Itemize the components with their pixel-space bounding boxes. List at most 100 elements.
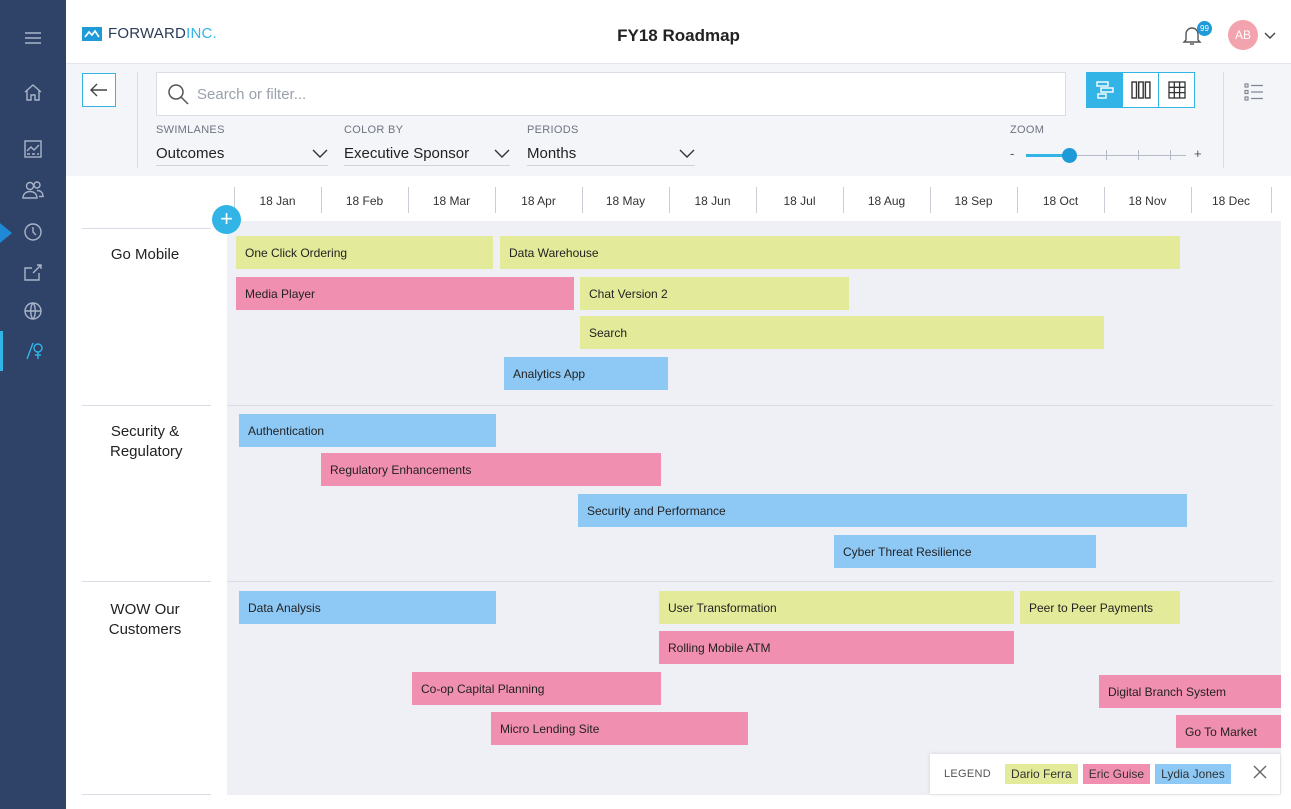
grid-icon [1167,81,1186,99]
sidebar [0,0,66,809]
legend: LEGEND Dario Ferra Eric Guise Lydia Jone… [930,754,1280,794]
roadmap-bar[interactable]: Security and Performance [578,494,1187,527]
color-by-label: COLOR BY [344,124,404,136]
roadmap-bar[interactable]: One Click Ordering [236,236,493,269]
month-label: 18 May [605,194,646,208]
zoom-thumb[interactable] [1062,148,1077,163]
roadmap-bar[interactable]: Cyber Threat Resilience [834,535,1096,568]
swimlanes-value: Outcomes [156,145,225,162]
divider [1223,72,1224,168]
swimlane-label: Go Mobile [110,246,180,263]
lane-label-separator [82,581,211,582]
roadmap-bar[interactable]: Micro Lending Site [491,712,748,745]
top-bar: FORWARDINC. FY18 Roadmap 99 AB [66,0,1291,64]
list-icon[interactable] [1244,82,1264,107]
lane-label-separator [82,228,211,229]
roadmap-bar[interactable]: Co-op Capital Planning [412,672,661,705]
search-input[interactable] [197,85,997,103]
legend-title: LEGEND [944,768,992,780]
columns-view-button[interactable] [1122,72,1159,108]
back-button[interactable] [82,73,116,107]
logo-icon [82,26,102,41]
dashboard-icon[interactable] [0,129,66,169]
view-toggle [1086,72,1195,108]
month-label: 18 Mar [432,194,471,208]
lane-label-separator [82,405,211,406]
roadmap-bar[interactable]: Peer to Peer Payments [1020,591,1180,624]
month-separator [1271,187,1272,213]
avatar[interactable]: AB [1228,20,1258,50]
zoom-tick [1106,150,1107,160]
zoom-slider[interactable]: - + [1010,144,1202,166]
swimlane-label: WOW Our Customers [108,601,182,638]
periods-label: PERIODS [527,124,579,136]
zoom-out[interactable]: - [1010,146,1014,161]
swimlanes-label: SWIMLANES [156,124,225,136]
toolbar: SWIMLANES Outcomes COLOR BY Executive Sp… [66,64,1291,176]
grid-view-button[interactable] [1158,72,1195,108]
month-label: 18 Feb [345,194,384,208]
roadmap-bar[interactable]: Regulatory Enhancements [321,453,661,486]
logo[interactable]: FORWARDINC. [82,25,217,42]
notification-badge: 99 [1197,21,1212,36]
roadmap-bar[interactable]: Analytics App [504,357,668,390]
month-label: 18 Apr [521,194,556,208]
legend-item[interactable]: Eric Guise [1082,764,1151,784]
add-item-button[interactable]: + [212,205,241,234]
columns-icon [1130,81,1151,99]
roadmap-bar[interactable]: User Transformation [659,591,1014,624]
month-label: 18 Nov [1128,194,1167,208]
chevron-down-icon [679,149,695,158]
month-label: 18 Jul [783,194,816,208]
color-by-value: Executive Sponsor [344,145,470,162]
legend-item[interactable]: Dario Ferra [1005,764,1078,784]
color-by-select[interactable]: Executive Sponsor [344,142,510,166]
lane-separator [227,581,1273,582]
home-icon[interactable] [0,72,66,112]
timeline-header: 18 Jan 18 Feb 18 Mar 18 Apr 18 May 18 Ju… [234,186,1274,216]
menu-icon[interactable] [0,18,66,58]
timeline-view-button[interactable] [1086,72,1123,108]
month-label: 18 Sep [954,194,993,208]
globe-icon[interactable] [0,291,66,331]
periods-value: Months [527,145,577,162]
roadmap-bar[interactable]: Data Warehouse [500,236,1180,269]
zoom-tick [1170,150,1171,160]
lane-separator [227,405,1273,406]
active-pointer [0,223,12,243]
month-label: 18 Aug [867,194,906,208]
zoom-tick [1138,150,1139,160]
roadmap-bar[interactable]: Search [580,316,1104,349]
roadmap-icon[interactable] [0,331,66,371]
month-label: 18 Jan [259,194,296,208]
page-title: FY18 Roadmap [617,26,740,45]
search-icon [168,84,189,105]
divider [137,72,138,168]
roadmap-bar[interactable]: Data Analysis [239,591,496,624]
people-icon[interactable] [0,170,66,210]
swimlanes-select[interactable]: Outcomes [156,142,328,166]
zoom-label: ZOOM [1010,124,1045,136]
roadmap-bar[interactable]: Digital Branch System [1099,675,1281,708]
close-icon[interactable] [1252,764,1268,785]
month-label: 18 Oct [1042,194,1079,208]
zoom-in[interactable]: + [1194,146,1202,161]
periods-select[interactable]: Months [527,142,695,166]
chevron-down-icon [494,149,510,158]
search-box[interactable] [156,72,1066,116]
roadmap-bar[interactable]: Media Player [236,277,574,310]
roadmap-bar[interactable]: Authentication [239,414,496,447]
month-label: 18 Dec [1211,194,1251,208]
swimlane-label: Security & Regulatory [110,423,183,460]
roadmap-bar[interactable]: Go To Market [1176,715,1281,748]
roadmap-bar[interactable]: Chat Version 2 [580,277,849,310]
chevron-down-icon[interactable] [1264,27,1276,45]
lane-label-separator [82,794,211,795]
export-icon[interactable] [0,252,66,292]
roadmap-bar[interactable]: Rolling Mobile ATM [659,631,1014,664]
chevron-down-icon [312,149,328,158]
arrow-left-icon [90,83,107,97]
month-label: 18 Jun [694,194,731,208]
logo-text: FORWARDINC. [108,25,217,42]
legend-item[interactable]: Lydia Jones [1155,764,1231,784]
